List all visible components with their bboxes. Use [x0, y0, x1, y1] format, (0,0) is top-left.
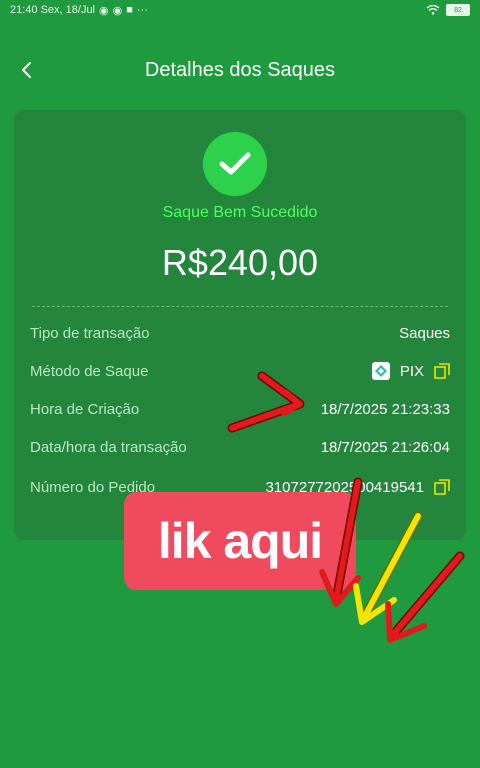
- red-arrow-icon: [385, 551, 465, 643]
- status-bar-right: 82: [426, 4, 470, 16]
- row-label: Data/hora da transação: [30, 438, 187, 456]
- click-here-overlay: lik aqui: [124, 492, 356, 590]
- battery-icon: 82: [446, 4, 470, 16]
- copy-icon[interactable]: [434, 363, 450, 379]
- status-label: Saque Bem Sucedido: [162, 204, 318, 221]
- status-bar: 21:40 Sex, 18/Jul ◉ ◉ ■ ··· 82: [0, 0, 480, 20]
- row-creation-time: Hora de Criação 18/7/2025 21:23:33: [30, 394, 450, 424]
- notification-icon: ◉: [99, 4, 109, 17]
- notification-icon: ◉: [112, 4, 123, 17]
- row-transaction-datetime: Data/hora da transação 18/7/2025 21:26:0…: [30, 432, 450, 462]
- app-header: Detalhes dos Saques: [0, 42, 480, 98]
- status-time: 21:40 Sex, 18/Jul: [10, 4, 96, 16]
- row-label: Tipo de transação: [30, 324, 150, 342]
- copy-icon[interactable]: [434, 479, 450, 495]
- transaction-type-value: Saques: [399, 324, 450, 342]
- wifi-icon: [426, 5, 440, 15]
- pix-icon: [371, 362, 390, 380]
- row-value: Saques: [399, 325, 450, 342]
- row-value: 18/7/2025 21:26:04: [321, 439, 450, 456]
- creation-time-value: 18/7/2025 21:23:33: [320, 400, 450, 418]
- row-value: 18/7/2025 21:23:33: [321, 401, 450, 418]
- dashed-divider: [32, 306, 448, 307]
- chevron-left-icon: [22, 62, 31, 78]
- back-button[interactable]: [10, 54, 42, 86]
- row-transaction-type: Tipo de transação Saques: [30, 318, 450, 348]
- page-title: Detalhes dos Saques: [144, 58, 336, 81]
- withdrawal-amount: R$240,00: [161, 242, 319, 283]
- row-withdraw-method: Método de Saque PIX: [30, 356, 450, 386]
- more-dots: ···: [136, 4, 148, 16]
- notification-icon: ■: [126, 4, 133, 16]
- row-label: Hora de Criação: [30, 400, 140, 418]
- checkmark-icon: [219, 152, 251, 175]
- status-bar-left: 21:40 Sex, 18/Jul ◉ ◉ ■ ···: [10, 4, 148, 17]
- row-value: PIX: [371, 362, 450, 380]
- withdraw-method-value: PIX: [399, 362, 424, 380]
- success-check-icon: [203, 132, 267, 196]
- transaction-datetime-value: 18/7/2025 21:26:04: [320, 438, 450, 456]
- row-label: Método de Saque: [30, 362, 149, 380]
- overlay-text: lik aqui: [157, 513, 323, 569]
- withdrawal-details-card: Saque Bem Sucedido R$240,00 Tipo de tran…: [14, 110, 466, 540]
